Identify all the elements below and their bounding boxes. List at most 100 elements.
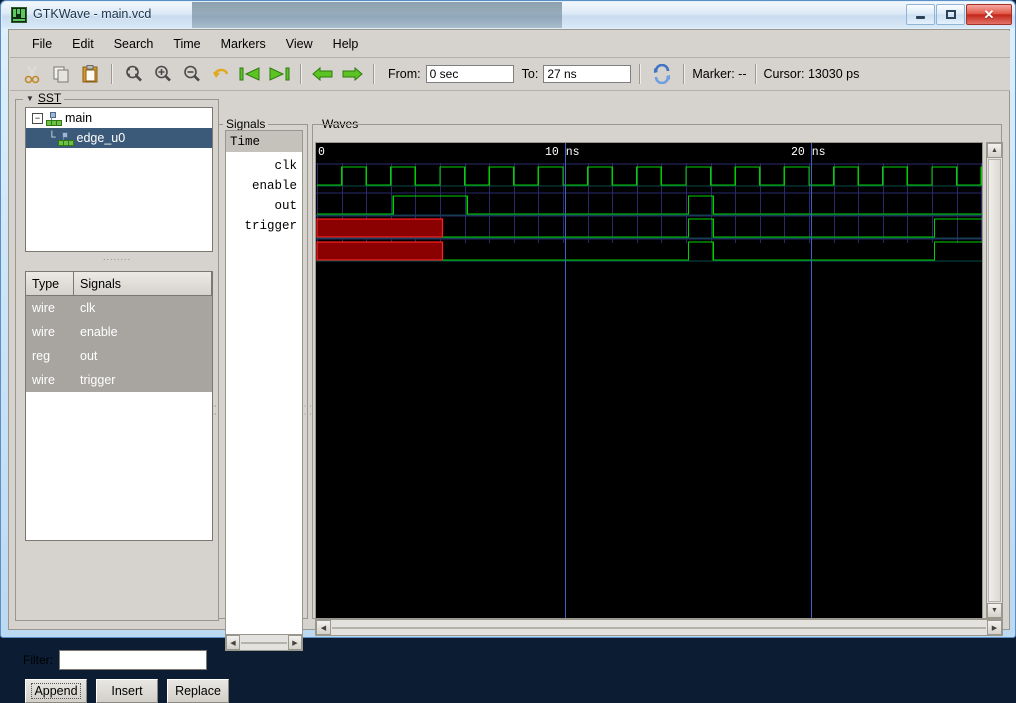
menu-help[interactable]: Help bbox=[323, 34, 369, 54]
cell-signal: enable bbox=[80, 325, 118, 339]
goto-end-button[interactable] bbox=[265, 61, 292, 88]
title-bar-glass bbox=[192, 2, 562, 28]
from-input[interactable] bbox=[425, 65, 514, 83]
scroll-right-button[interactable]: ▶ bbox=[288, 635, 302, 650]
table-header-row: Type Signals bbox=[26, 272, 212, 296]
zoom-undo-button[interactable] bbox=[207, 61, 234, 88]
maximize-button[interactable] bbox=[936, 4, 965, 25]
menu-search[interactable]: Search bbox=[104, 34, 164, 54]
to-input[interactable] bbox=[543, 65, 632, 83]
cell-signal: out bbox=[80, 349, 98, 363]
filter-input[interactable] bbox=[59, 650, 207, 670]
scroll-up-button[interactable]: ▲ bbox=[987, 143, 1002, 158]
signal-names-hscrollbar[interactable]: ◀ ▶ bbox=[225, 634, 303, 651]
cut-button[interactable] bbox=[18, 61, 45, 88]
menu-view[interactable]: View bbox=[276, 34, 323, 54]
reload-button[interactable] bbox=[648, 61, 675, 88]
menu-markers[interactable]: Markers bbox=[211, 34, 276, 54]
append-button[interactable]: Append bbox=[25, 679, 87, 703]
expander-icon[interactable]: − bbox=[32, 112, 43, 124]
close-button[interactable]: ✕ bbox=[966, 4, 1012, 25]
insert-label: Insert bbox=[111, 684, 143, 698]
reload-icon bbox=[653, 64, 670, 84]
scroll-thumb[interactable] bbox=[332, 626, 986, 629]
zoom-out-button[interactable] bbox=[178, 61, 205, 88]
maximize-icon bbox=[945, 10, 956, 19]
window-title: GTKWave - main.vcd bbox=[33, 7, 152, 21]
goto-start-icon bbox=[239, 67, 259, 81]
menu-edit[interactable]: Edit bbox=[62, 34, 104, 54]
menu-time[interactable]: Time bbox=[163, 34, 210, 54]
table-row[interactable]: wire enable bbox=[26, 320, 212, 344]
paste-button[interactable] bbox=[76, 61, 103, 88]
cut-icon bbox=[24, 65, 39, 84]
tree-item-edge_u0[interactable]: └ edge_u0 bbox=[26, 128, 212, 148]
toolbar-separator-1 bbox=[111, 64, 112, 84]
module-icon bbox=[46, 112, 62, 126]
scroll-thumb[interactable] bbox=[988, 159, 1001, 602]
filter-label: Filter: bbox=[23, 653, 53, 667]
zoom-in-icon bbox=[154, 65, 171, 82]
time-row-label[interactable]: Time bbox=[226, 131, 302, 152]
cell-signal: clk bbox=[80, 301, 96, 315]
svg-text:10 ns: 10 ns bbox=[545, 146, 580, 159]
undo-zoom-icon bbox=[212, 68, 228, 78]
window-controls: ✕ bbox=[905, 4, 1012, 25]
signal-name-enable[interactable]: enable bbox=[226, 176, 302, 196]
prev-edge-button[interactable] bbox=[309, 61, 336, 88]
next-edge-icon bbox=[342, 66, 363, 82]
signal-names-list[interactable]: Time clk enable out trigger bbox=[225, 130, 303, 636]
toolbar-separator-2 bbox=[300, 64, 301, 84]
zoom-in-button[interactable] bbox=[149, 61, 176, 88]
scroll-left-button[interactable]: ◀ bbox=[226, 635, 240, 650]
scroll-down-button[interactable]: ▼ bbox=[987, 603, 1002, 618]
sst-tree[interactable]: − main └ edge_u0 bbox=[25, 107, 213, 252]
action-buttons: Append Insert Replace bbox=[25, 679, 229, 703]
column-header-type[interactable]: Type bbox=[26, 272, 74, 295]
gtkwave-window: GTKWave - main.vcd ✕ File Edit Search Ti… bbox=[0, 0, 1016, 703]
next-edge-button[interactable] bbox=[338, 61, 365, 88]
cell-type: wire bbox=[32, 373, 55, 387]
cell-type: reg bbox=[32, 349, 51, 363]
table-row[interactable]: wire trigger bbox=[26, 368, 212, 392]
zoom-out-icon bbox=[183, 65, 200, 82]
scroll-thumb[interactable] bbox=[241, 641, 287, 644]
marker-status: Marker: -- bbox=[692, 67, 747, 81]
scroll-right-button[interactable]: ▶ bbox=[987, 620, 1002, 635]
insert-button[interactable]: Insert bbox=[96, 679, 158, 703]
tree-label-main: main bbox=[65, 111, 93, 125]
goto-end-icon bbox=[269, 67, 289, 81]
signal-name-trigger[interactable]: trigger bbox=[226, 216, 302, 236]
signal-name-clk[interactable]: clk bbox=[226, 156, 302, 176]
cell-signal: trigger bbox=[80, 373, 116, 387]
waves-vscrollbar[interactable]: ▲ ▼ bbox=[986, 142, 1003, 619]
sst-signals-table[interactable]: Type Signals wire clk wire enable reg ou… bbox=[25, 271, 213, 541]
wave-canvas[interactable]: 0 10 ns 20 ns bbox=[315, 142, 983, 619]
toolbar-separator-3 bbox=[373, 64, 374, 84]
waves-hscrollbar[interactable]: ◀ ▶ bbox=[315, 619, 1003, 636]
tree-branch-icon: └ bbox=[48, 131, 56, 145]
client-area: File Edit Search Time Markers View Help bbox=[8, 29, 1010, 703]
prev-edge-icon bbox=[311, 66, 332, 82]
chevron-down-icon[interactable]: ▼ bbox=[26, 94, 34, 103]
column-header-signals[interactable]: Signals bbox=[74, 272, 212, 295]
minimize-button[interactable] bbox=[906, 4, 935, 25]
svg-text:0: 0 bbox=[318, 146, 325, 159]
signal-name-out[interactable]: out bbox=[226, 196, 302, 216]
replace-button[interactable]: Replace bbox=[167, 679, 229, 703]
cursor-status: Cursor: 13030 ps bbox=[763, 67, 860, 81]
zoom-fit-button[interactable] bbox=[120, 61, 147, 88]
waves-pane: 0 10 ns 20 ns ▲ ▼ ◀ ▶ bbox=[315, 130, 1003, 636]
table-row[interactable]: reg out bbox=[26, 344, 212, 368]
goto-start-button[interactable] bbox=[236, 61, 263, 88]
zoom-fit-icon bbox=[125, 65, 142, 82]
scroll-left-button[interactable]: ◀ bbox=[316, 620, 331, 635]
copy-button[interactable] bbox=[47, 61, 74, 88]
menu-bar: File Edit Search Time Markers View Help bbox=[10, 31, 1010, 58]
from-label: From: bbox=[388, 67, 421, 81]
sst-splitter-handle[interactable]: ........ bbox=[103, 253, 131, 262]
menu-file[interactable]: File bbox=[22, 34, 62, 54]
filter-row: Filter: bbox=[23, 650, 207, 670]
tree-item-main[interactable]: − main bbox=[26, 108, 212, 128]
table-row[interactable]: wire clk bbox=[26, 296, 212, 320]
